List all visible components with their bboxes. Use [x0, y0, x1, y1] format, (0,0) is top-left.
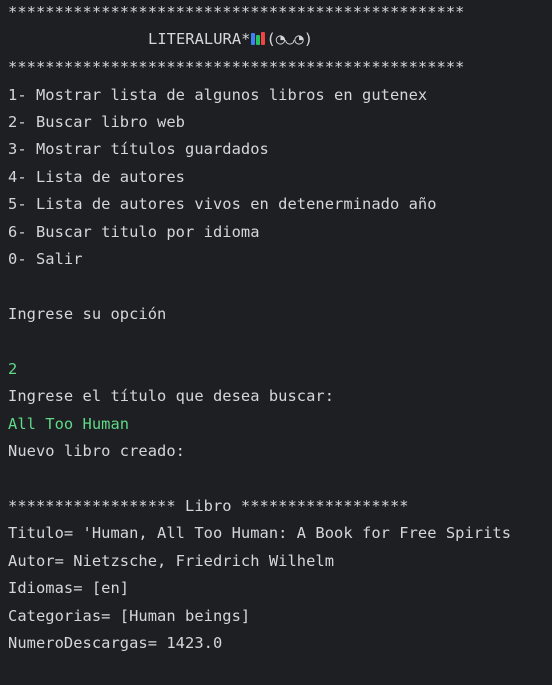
banner-title-text: LITERALURA*: [148, 30, 251, 48]
menu-item-1: 1- Mostrar lista de algunos libros en gu…: [8, 86, 428, 104]
menu-item-3: 3- Mostrar títulos guardados: [8, 140, 269, 158]
created-message: Nuevo libro creado:: [8, 442, 186, 460]
book-autor: Autor= Nietzsche, Friedrich Wilhelm: [8, 552, 335, 570]
banner-title-face: (◔◡◔): [266, 30, 314, 48]
books-icon: [251, 31, 266, 45]
menu-item-6: 6- Buscar titulo por idioma: [8, 223, 260, 241]
menu-item-5: 5- Lista de autores vivos en detenermina…: [8, 195, 437, 213]
menu-item-0: 0- Salir: [8, 250, 83, 268]
banner-bottom-rule: ****************************************…: [8, 58, 465, 76]
banner-title: LITERALURA* (◔◡◔): [148, 29, 313, 49]
book-header: ****************** Libro ***************…: [8, 497, 409, 515]
book-idiomas: Idiomas= [en]: [8, 579, 130, 597]
book-categorias: Categorias= [Human beings]: [8, 607, 251, 625]
title-prompt: Ingrese el título que desea buscar:: [8, 387, 335, 405]
book-titulo: Titulo= 'Human, All Too Human: A Book fo…: [8, 524, 512, 542]
user-option-input[interactable]: 2: [8, 359, 17, 379]
console-output[interactable]: ****************************************…: [0, 0, 552, 685]
menu-item-2: 2- Buscar libro web: [8, 113, 186, 131]
menu-item-4: 4- Lista de autores: [8, 168, 186, 186]
user-title-input[interactable]: All Too Human: [8, 414, 129, 434]
banner-top-rule: ****************************************…: [8, 3, 465, 21]
option-prompt: Ingrese su opción: [8, 305, 167, 323]
book-descargas: NumeroDescargas= 1423.0: [8, 634, 223, 652]
